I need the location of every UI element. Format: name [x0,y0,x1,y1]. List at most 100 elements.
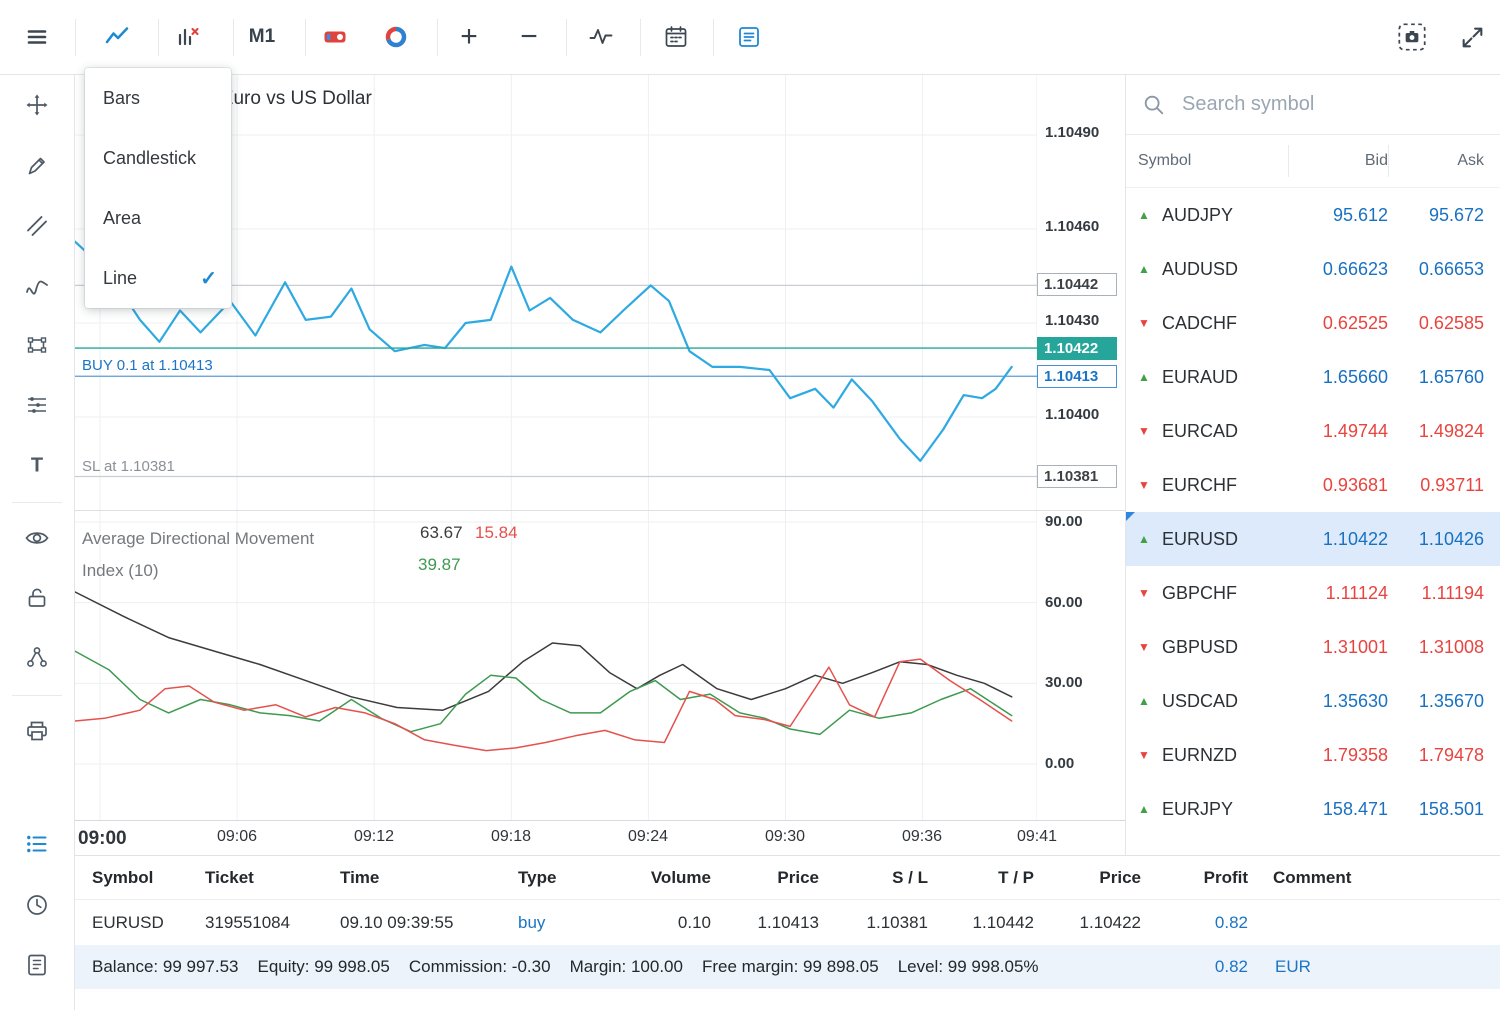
visibility-button[interactable] [17,518,57,558]
market-watch-row-audusd[interactable]: ▲AUDUSD0.666230.66653 [1126,242,1500,296]
curve-icon [24,273,50,299]
buy-price-tag: 1.10413 [1037,365,1117,388]
market-watch-row-gbpusd[interactable]: ▼GBPUSD1.310011.31008 [1126,620,1500,674]
market-depth-button[interactable] [376,17,416,57]
symbol-cell: ▲EURJPY [1126,799,1288,820]
column-header-bid[interactable]: Bid [1288,145,1388,177]
time-label: 09:06 [207,828,267,846]
market-watch-row-euraud[interactable]: ▲ EURAUD 1.656601.65760 [1126,350,1500,404]
bid-value: 1.79358 [1288,745,1388,766]
time-axis[interactable]: 09:00 09:06 09:12 09:18 09:24 09:30 09:3… [75,820,1125,855]
menu-button[interactable] [17,17,57,57]
symbol-name: EURAUD [1162,367,1238,388]
column-header-ask[interactable]: Ask [1388,145,1500,177]
indicator-legend: Average Directional Movement Index (10) [82,523,314,587]
parallel-lines-icon [24,213,50,239]
trade-cell: 0.10 [626,900,711,945]
trading-terminal-window: M1 + − [0,0,1500,1010]
chart-type-option-bars[interactable]: Bars [85,68,231,128]
ask-value: 1.10426 [1388,529,1500,550]
chart-type-button[interactable] [97,17,137,57]
lock-objects-button[interactable] [17,578,57,618]
summary-item: Equity: 99 998.05 [258,957,390,976]
account-summary-bar: Balance: 99 997.53Equity: 99 998.05Commi… [75,945,1500,989]
timeframe-button[interactable]: M1 [242,17,282,57]
price-down-arrow-icon: ▼ [1138,586,1158,600]
objects-list-button[interactable] [17,637,57,677]
remove-indicators-button[interactable] [168,17,208,57]
journal-book-icon [24,952,50,978]
summary-item: Level: 99 998.05% [898,957,1039,976]
journal-tab-button[interactable] [17,945,57,985]
news-button[interactable] [729,17,769,57]
account-currency: EUR [1275,945,1311,989]
ask-value: 1.65760 [1388,367,1500,388]
print-button[interactable] [17,711,57,751]
lines-tool-button[interactable] [17,385,57,425]
chart-type-option-candlestick[interactable]: Candlestick [85,128,231,188]
crosshair-tool-button[interactable] [17,85,57,125]
trade-tab-button[interactable] [17,824,57,864]
toolbar-separator [233,19,234,56]
zoom-in-button[interactable]: + [449,17,489,57]
fullscreen-button[interactable] [1452,17,1492,57]
history-tab-button[interactable] [17,885,57,925]
market-watch-row-eurusd[interactable]: ▲EURUSD1.104221.10426 [1126,512,1500,566]
trade-table-rows: EURUSD31955108409.10 09:39:55buy0.101.10… [75,900,1500,945]
toolbar-divider [12,695,62,696]
bid-value: 1.35630 [1288,691,1388,712]
price-axis-label: 1.10400 [1045,405,1099,425]
text-icon: T [24,452,50,478]
bid-value: 1.65660 [1288,367,1388,388]
market-watch-row-eurcad[interactable]: ▼EURCAD1.497441.49824 [1126,404,1500,458]
column-header-symbol[interactable]: Symbol [1126,152,1288,170]
market-watch-row-eurjpy[interactable]: ▲EURJPY158.471158.501 [1126,782,1500,836]
buy-position-label: BUY 0.1 at 1.10413 [82,357,213,374]
search-input[interactable] [1180,92,1500,117]
time-label: 09:36 [892,828,952,846]
channel-tool-button[interactable] [17,206,57,246]
trade-table-row[interactable]: EURUSD31955108409.10 09:39:55buy0.101.10… [75,900,1500,945]
price-axis[interactable]: 1.10490 1.10460 1.10430 1.10400 1.10442 … [1037,75,1125,820]
chart-area: EURUSD, Euro vs US Dollar BUY 0.1 at 1.1… [75,75,1125,855]
toolbar-separator [75,19,76,56]
search-icon [1142,93,1166,117]
economic-calendar-button[interactable] [656,17,696,57]
trade-column-header: S / L [819,856,928,899]
market-watch-row-eurnzd[interactable]: ▼EURNZD1.793581.79478 [1126,728,1500,782]
trade-cell: 1.10413 [711,900,819,945]
trade-cell: 1.10422 [1034,900,1141,945]
shapes-tool-button[interactable] [17,325,57,365]
chart-type-option-line[interactable]: Line✓ [85,248,231,308]
ask-value: 0.62585 [1388,313,1500,334]
price-up-arrow-icon: ▲ [1138,370,1158,384]
brush-tool-button[interactable] [17,146,57,186]
chart-subwindow-divider [75,510,1125,511]
chart-type-option-area[interactable]: Area [85,188,231,248]
symbol-cell: ▼EURCHF [1126,475,1288,496]
text-tool-button[interactable]: T [17,445,57,485]
trade-column-header: Profit [1141,856,1248,899]
bid-value: 0.93681 [1288,475,1388,496]
indicator-name-line2: Index (10) [82,555,314,587]
indicators-button[interactable] [581,17,621,57]
price-up-arrow-icon: ▲ [1138,802,1158,816]
rectangle-shape-icon [24,332,50,358]
curve-tool-button[interactable] [17,266,57,306]
market-watch-row-audjpy[interactable]: ▲AUDJPY95.61295.672 [1126,188,1500,242]
one-click-trading-button[interactable] [315,17,355,57]
chart-type-dropdown: BarsCandlestickAreaLine✓ [85,68,231,308]
trade-panel: SymbolTicketTimeTypeVolumePriceS / LT / … [75,855,1500,1010]
screenshot-button[interactable] [1392,17,1432,57]
bar-chart-x-icon [174,24,202,50]
zoom-out-button[interactable]: − [509,17,549,57]
market-watch-row-usdcad[interactable]: ▲USDCAD1.356301.35670 [1126,674,1500,728]
market-watch-row-eurchf[interactable]: ▼EURCHF0.936810.93711 [1126,458,1500,512]
option-label: Line [103,268,137,289]
market-watch-row-gbpchf[interactable]: ▼GBPCHF1.111241.11194 [1126,566,1500,620]
symbol-name: EURNZD [1162,745,1237,766]
indicator-axis-label: 90.00 [1045,512,1083,532]
market-watch-row-cadchf[interactable]: ▼CADCHF0.625250.62585 [1126,296,1500,350]
trade-cell: 09.10 09:39:55 [328,900,506,945]
time-label: 09:12 [344,828,404,846]
